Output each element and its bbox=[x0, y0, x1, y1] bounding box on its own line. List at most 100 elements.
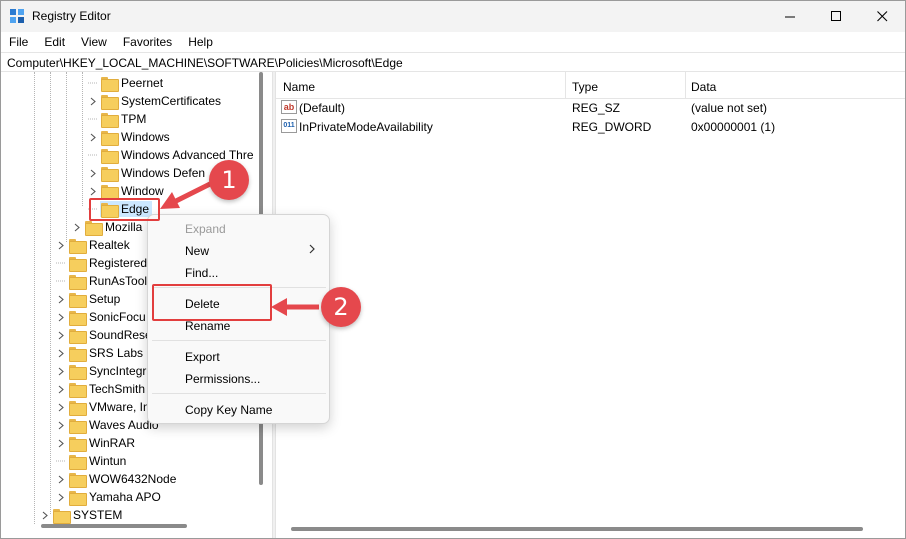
tree-item-label: VMware, In bbox=[89, 400, 150, 414]
menu-favorites[interactable]: Favorites bbox=[123, 32, 172, 52]
tree-item-syncintegr[interactable]: SyncIntegr bbox=[56, 362, 149, 380]
chevron-right-icon[interactable] bbox=[88, 128, 98, 146]
address-bar[interactable]: Computer\HKEY_LOCAL_MACHINE\SOFTWARE\Pol… bbox=[1, 52, 905, 72]
context-menu-item-expand[interactable]: Expand bbox=[185, 222, 226, 236]
tree-item-vmware-in[interactable]: VMware, In bbox=[56, 398, 153, 416]
address-path[interactable]: Computer\HKEY_LOCAL_MACHINE\SOFTWARE\Pol… bbox=[7, 56, 403, 70]
tree-item-content[interactable]: SYSTEM bbox=[52, 507, 125, 524]
menu-file[interactable]: File bbox=[9, 32, 28, 52]
chevron-right-icon[interactable] bbox=[56, 236, 66, 254]
context-menu-item-rename[interactable]: Rename bbox=[185, 319, 230, 333]
column-header-type[interactable]: Type bbox=[572, 80, 598, 94]
tree-item-content[interactable]: VMware, In bbox=[68, 399, 153, 416]
tree-item-content[interactable]: SonicFocu bbox=[68, 309, 149, 326]
chevron-right-icon[interactable] bbox=[56, 362, 66, 380]
tree-item-tpm[interactable]: TPM bbox=[88, 110, 149, 128]
tree-item-realtek[interactable]: Realtek bbox=[56, 236, 133, 254]
chevron-right-icon[interactable] bbox=[56, 290, 66, 308]
tree-item-runastool[interactable]: RunAsTool bbox=[56, 272, 150, 290]
tree-item-winrar[interactable]: WinRAR bbox=[56, 434, 138, 452]
chevron-right-icon[interactable] bbox=[88, 92, 98, 110]
registry-editor-window: Registry Editor File Edit View Favorites… bbox=[0, 0, 906, 539]
edge-key-highlight bbox=[89, 198, 160, 221]
tree-item-system[interactable]: SYSTEM bbox=[40, 506, 125, 524]
chevron-right-icon[interactable] bbox=[56, 380, 66, 398]
folder-icon bbox=[69, 490, 87, 506]
tree-item-content[interactable]: Window bbox=[100, 183, 167, 200]
menu-help[interactable]: Help bbox=[188, 32, 213, 52]
tree-item-srs-labs[interactable]: SRS Labs bbox=[56, 344, 146, 362]
context-menu-item-find[interactable]: Find... bbox=[185, 266, 218, 280]
minimize-icon bbox=[784, 16, 795, 18]
chevron-right-icon[interactable] bbox=[56, 434, 66, 452]
tree-item-content[interactable]: Yamaha APO bbox=[68, 489, 164, 506]
list-horizontal-scrollbar[interactable] bbox=[291, 527, 863, 531]
chevron-right-icon[interactable] bbox=[56, 326, 66, 344]
tree-item-content[interactable]: TPM bbox=[100, 111, 149, 128]
tree-item-wow6432node[interactable]: WOW6432Node bbox=[56, 470, 179, 488]
tree-item-content[interactable]: Windows bbox=[100, 129, 173, 146]
menu-edit[interactable]: Edit bbox=[44, 32, 65, 52]
tree-item-label: SyncIntegr bbox=[89, 364, 147, 378]
tree-item-content[interactable]: SRS Labs bbox=[68, 345, 146, 362]
tree-item-techsmith[interactable]: TechSmith bbox=[56, 380, 148, 398]
values-list-pane[interactable]: Name Type Data ab (Default) REG_SZ (valu… bbox=[276, 72, 905, 538]
tree-horizontal-scrollbar[interactable] bbox=[41, 524, 187, 528]
tree-item-content[interactable]: WinRAR bbox=[68, 435, 138, 452]
tree-item-content[interactable]: Registered bbox=[68, 255, 150, 272]
column-header-name[interactable]: Name bbox=[283, 80, 315, 94]
tree-item-soundrese[interactable]: SoundRese bbox=[56, 326, 155, 344]
tree-item-waves-audio[interactable]: Waves Audio bbox=[56, 416, 162, 434]
chevron-right-icon[interactable] bbox=[56, 416, 66, 434]
tree-guide-line bbox=[82, 72, 83, 206]
column-divider[interactable] bbox=[565, 72, 566, 99]
tree-item-label: Windows bbox=[121, 130, 170, 144]
menu-view[interactable]: View bbox=[81, 32, 107, 52]
tree-item-content[interactable]: Peernet bbox=[100, 75, 166, 92]
chevron-right-icon[interactable] bbox=[56, 344, 66, 362]
tree-item-content[interactable]: Mozilla bbox=[84, 219, 145, 236]
tree-item-wintun[interactable]: Wintun bbox=[56, 452, 129, 470]
chevron-right-icon[interactable] bbox=[40, 506, 50, 524]
chevron-right-icon[interactable] bbox=[56, 308, 66, 326]
chevron-right-icon[interactable] bbox=[88, 164, 98, 182]
chevron-right-icon[interactable] bbox=[56, 470, 66, 488]
tree-connector bbox=[88, 110, 98, 128]
tree-item-setup[interactable]: Setup bbox=[56, 290, 123, 308]
tree-item-yamaha-apo[interactable]: Yamaha APO bbox=[56, 488, 164, 506]
tree-item-content[interactable]: WOW6432Node bbox=[68, 471, 179, 488]
list-row[interactable]: 011 InPrivateModeAvailability REG_DWORD … bbox=[276, 118, 905, 137]
tree-item-registered[interactable]: Registered bbox=[56, 254, 150, 272]
list-row[interactable]: ab (Default) REG_SZ (value not set) bbox=[276, 99, 905, 118]
tree-item-content[interactable]: SyncIntegr bbox=[68, 363, 149, 380]
chevron-right-icon[interactable] bbox=[56, 398, 66, 416]
arrow-left-icon bbox=[271, 298, 319, 316]
maximize-button[interactable] bbox=[813, 1, 859, 32]
tree-item-windows[interactable]: Windows bbox=[88, 128, 173, 146]
minimize-button[interactable] bbox=[767, 1, 813, 32]
column-header-data[interactable]: Data bbox=[691, 80, 716, 94]
tree-item-content[interactable]: Wintun bbox=[68, 453, 129, 470]
tree-item-content[interactable]: SoundRese bbox=[68, 327, 155, 344]
context-menu-item-export[interactable]: Export bbox=[185, 350, 220, 364]
tree-guide-line bbox=[66, 72, 67, 242]
tree-item-sonicfocu[interactable]: SonicFocu bbox=[56, 308, 149, 326]
chevron-right-icon[interactable] bbox=[56, 488, 66, 506]
column-divider[interactable] bbox=[685, 72, 686, 99]
tree-item-content[interactable]: Realtek bbox=[68, 237, 133, 254]
tree-item-content[interactable]: RunAsTool bbox=[68, 273, 150, 290]
close-button[interactable] bbox=[859, 1, 905, 32]
arrow-left-icon bbox=[160, 180, 214, 209]
chevron-right-icon[interactable] bbox=[72, 218, 82, 236]
tree-item-content[interactable]: SystemCertificates bbox=[100, 93, 224, 110]
tree-item-peernet[interactable]: Peernet bbox=[88, 74, 166, 92]
tree-item-content[interactable]: TechSmith bbox=[68, 381, 148, 398]
tree-item-systemcertificates[interactable]: SystemCertificates bbox=[88, 92, 224, 110]
context-menu-item-permissions[interactable]: Permissions... bbox=[185, 372, 260, 386]
tree-item-label: Setup bbox=[89, 292, 121, 306]
context-menu-item-copy-key-name[interactable]: Copy Key Name bbox=[185, 403, 272, 417]
context-menu-item-new[interactable]: New bbox=[185, 244, 209, 258]
value-name: InPrivateModeAvailability bbox=[299, 120, 433, 134]
folder-icon bbox=[69, 256, 87, 272]
tree-item-content[interactable]: Setup bbox=[68, 291, 123, 308]
